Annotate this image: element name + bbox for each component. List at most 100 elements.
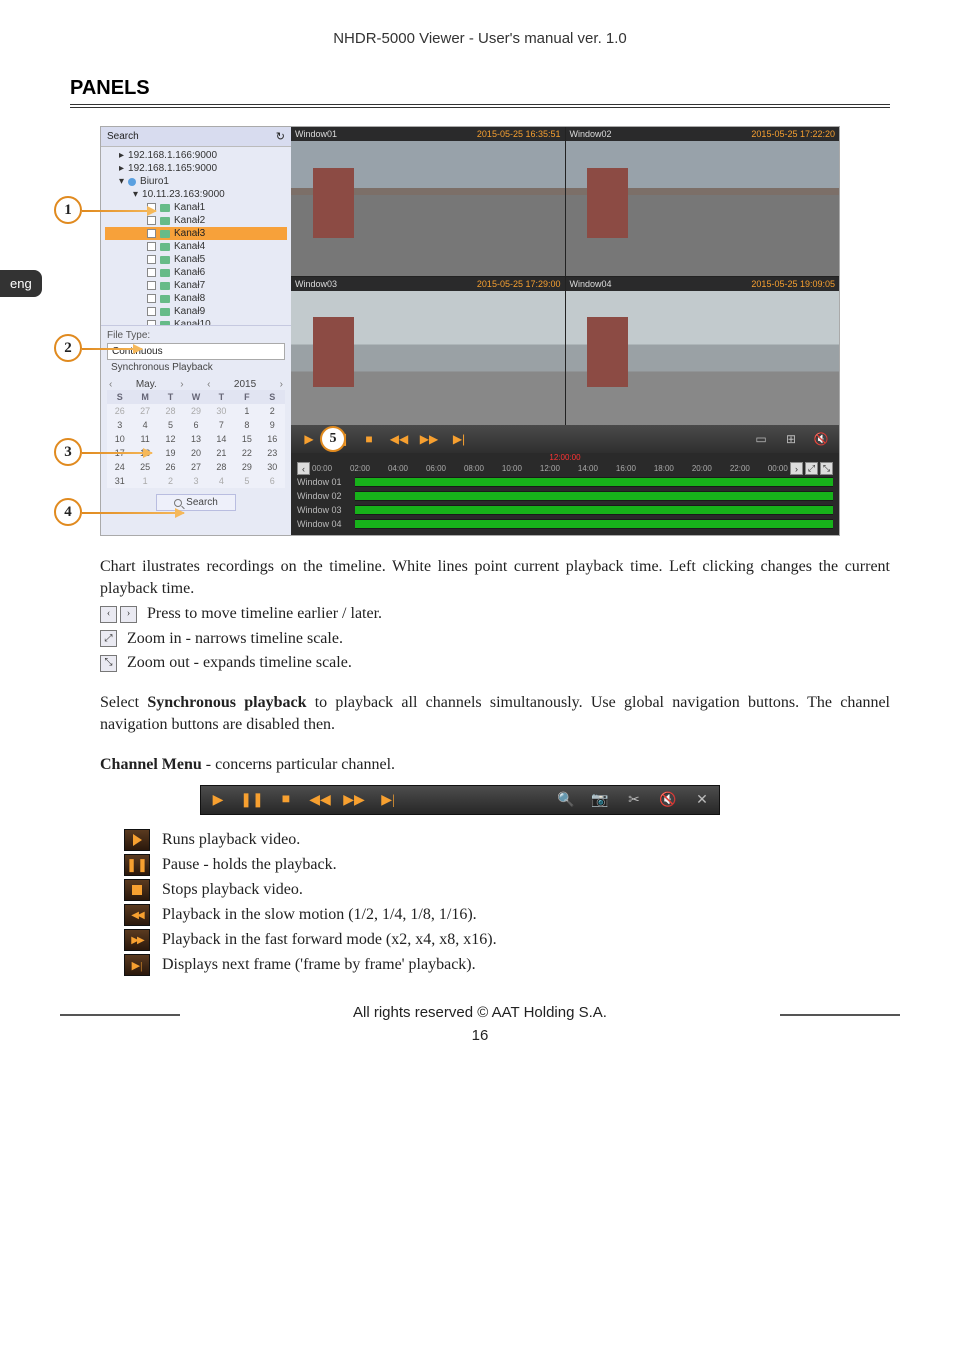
legend-text: Press to move timeline earlier / later. — [147, 603, 382, 625]
body-paragraph: Channel Menu - concerns particular chann… — [100, 754, 890, 776]
tree-channel[interactable]: Kanał7 — [105, 279, 287, 292]
video-cell[interactable]: Window042015-05-25 19:09:05 — [566, 277, 840, 426]
callout-3: 3 — [54, 438, 82, 466]
legend-text: Pause - holds the playback. — [162, 856, 337, 874]
device-tree[interactable]: ▸192.168.1.166:9000 ▸192.168.1.165:9000 … — [101, 147, 291, 325]
prev-year-icon[interactable]: ‹ — [207, 379, 210, 390]
close-icon[interactable]: ✕ — [693, 791, 711, 809]
callout-arrow — [82, 452, 152, 454]
refresh-icon[interactable]: ↻ — [276, 130, 285, 143]
prev-month-icon[interactable]: ‹ — [109, 379, 112, 390]
cal-month: May. — [136, 379, 157, 390]
legend-row: ⤡ Zoom out - expands timeline scale. — [100, 652, 890, 674]
frame-icon[interactable]: ▶| — [451, 431, 467, 447]
tree-channel[interactable]: Kanał2 — [105, 214, 287, 227]
footer-text: All rights reserved © AAT Holding S.A. — [353, 1004, 607, 1021]
timeline-ruler: ‹ 00:0002:0004:0006:0008:0010:0012:0014:… — [291, 462, 839, 475]
tree-channel[interactable]: Kanał1 — [105, 201, 287, 214]
playback-bar: ▶ ❚❚ ■ ◀◀ ▶▶ ▶| ▭ ⊞ 🔇 — [291, 425, 839, 453]
legend-row: Stops playback video. — [124, 879, 890, 901]
channel-menu-bar: ▶ ❚❚ ■ ◀◀ ▶▶ ▶| 🔍 📷 ✂ 🔇 ✕ — [200, 785, 720, 815]
timeline-prev-icon[interactable]: ‹ — [297, 462, 310, 475]
play-icon[interactable]: ▶ — [301, 431, 317, 447]
body-paragraph: Chart ilustrates recordings on the timel… — [100, 556, 890, 599]
timeline-track[interactable]: Window 01 — [291, 475, 839, 489]
tree-channel[interactable]: Kanał6 — [105, 266, 287, 279]
legend-row: ❚❚ Pause - holds the playback. — [124, 854, 890, 876]
tree-group[interactable]: ▾Biuro1 — [105, 175, 287, 188]
calendar-nav[interactable]: ‹ May. › ‹ 2015 › — [107, 379, 285, 390]
next-month-icon[interactable]: › — [180, 379, 183, 390]
legend-row: Runs playback video. — [124, 829, 890, 851]
timeline-zoomin-icon[interactable]: ⤢ — [805, 462, 818, 475]
legend-text: Zoom out - expands timeline scale. — [127, 652, 352, 674]
timeline-track[interactable]: Window 02 — [291, 489, 839, 503]
stop-icon — [124, 879, 150, 901]
file-type-section: File Type: Continuous Synchronous Playba… — [101, 325, 291, 519]
tree-channel[interactable]: Kanał8 — [105, 292, 287, 305]
legend-row: ‹› Press to move timeline earlier / late… — [100, 603, 890, 625]
tree-ip[interactable]: ▸192.168.1.165:9000 — [105, 162, 287, 175]
callout-5: 5 — [320, 426, 346, 452]
timeline-track[interactable]: Window 03 — [291, 503, 839, 517]
frame-icon: ▶| — [124, 954, 150, 976]
calendar[interactable]: SMTWTFS 262728293012 3456789 10111213141… — [107, 390, 285, 488]
timeline[interactable]: 12:00:00 ‹ 00:0002:0004:0006:0008:0010:0… — [291, 453, 839, 535]
tree-ip[interactable]: ▾10.11.23.163:9000 — [105, 188, 287, 201]
video-cell[interactable]: Window032015-05-25 17:29:00 — [291, 277, 565, 426]
app-screenshot: Search ↻ ▸192.168.1.166:9000 ▸192.168.1.… — [100, 126, 840, 536]
next-icon: › — [120, 606, 137, 623]
next-year-icon[interactable]: › — [280, 379, 283, 390]
callout-arrow — [82, 512, 184, 514]
timeline-next-icon[interactable]: › — [790, 462, 803, 475]
mute-icon[interactable]: 🔇 — [659, 791, 677, 809]
record-icon[interactable]: ✂ — [625, 791, 643, 809]
stop-icon[interactable]: ■ — [277, 791, 295, 809]
pause-icon[interactable]: ❚❚ — [243, 791, 261, 809]
frame-icon[interactable]: ▶| — [379, 791, 397, 809]
forward-icon: ▶▶ — [124, 929, 150, 951]
sync-playback-row[interactable]: Synchronous Playback — [107, 360, 285, 379]
mute-icon[interactable]: 🔇 — [813, 431, 829, 447]
play-icon[interactable]: ▶ — [209, 791, 227, 809]
tree-channel[interactable]: Kanał5 — [105, 253, 287, 266]
legend-text: Stops playback video. — [162, 881, 303, 899]
callout-1: 1 — [54, 196, 82, 224]
forward-icon[interactable]: ▶▶ — [345, 791, 363, 809]
tree-ip[interactable]: ▸192.168.1.166:9000 — [105, 149, 287, 162]
video-cell[interactable]: Window022015-05-25 17:22:20 — [566, 127, 840, 276]
video-cell[interactable]: Window012015-05-25 16:35:51 — [291, 127, 565, 276]
rewind-icon[interactable]: ◀◀ — [311, 791, 329, 809]
search-button[interactable]: Search — [156, 494, 236, 511]
doc-header: NHDR-5000 Viewer - User's manual ver. 1.… — [70, 30, 890, 47]
callout-4: 4 — [54, 498, 82, 526]
grid-view-icon[interactable]: ⊞ — [783, 431, 799, 447]
timeline-track[interactable]: Window 04 — [291, 517, 839, 531]
sidebar-header: Search ↻ — [101, 127, 291, 147]
tree-channel[interactable]: Kanał4 — [105, 240, 287, 253]
pause-icon: ❚❚ — [124, 854, 150, 876]
rewind-icon[interactable]: ◀◀ — [391, 431, 407, 447]
callout-arrow — [82, 210, 156, 212]
stop-icon[interactable]: ■ — [361, 431, 377, 447]
tree-channel[interactable]: Kanał10 — [105, 318, 287, 325]
sidebar-title: Search — [107, 131, 139, 142]
footer: All rights reserved © AAT Holding S.A. — [70, 1004, 890, 1021]
timeline-zoomout-icon[interactable]: ⤡ — [820, 462, 833, 475]
video-grid: Window012015-05-25 16:35:51 Window022015… — [291, 127, 839, 425]
prev-icon: ‹ — [100, 606, 117, 623]
legend-text: Playback in the fast forward mode (x2, x… — [162, 931, 497, 949]
search-icon — [174, 499, 182, 507]
sidebar: Search ↻ ▸192.168.1.166:9000 ▸192.168.1.… — [101, 127, 291, 535]
tree-channel-selected[interactable]: Kanał3 — [105, 227, 287, 240]
callouts: 1 2 3 4 — [54, 126, 100, 536]
main-area: Window012015-05-25 16:35:51 Window022015… — [291, 127, 839, 535]
zoom-icon[interactable]: 🔍 — [557, 791, 575, 809]
snapshot-icon[interactable]: 📷 — [591, 791, 609, 809]
single-view-icon[interactable]: ▭ — [753, 431, 769, 447]
cal-year: 2015 — [234, 379, 256, 390]
tree-channel[interactable]: Kanał9 — [105, 305, 287, 318]
forward-icon[interactable]: ▶▶ — [421, 431, 437, 447]
legend-row: ▶|Displays next frame ('frame by frame' … — [124, 954, 890, 976]
legend-row: ◀◀Playback in the slow motion (1/2, 1/4,… — [124, 904, 890, 926]
